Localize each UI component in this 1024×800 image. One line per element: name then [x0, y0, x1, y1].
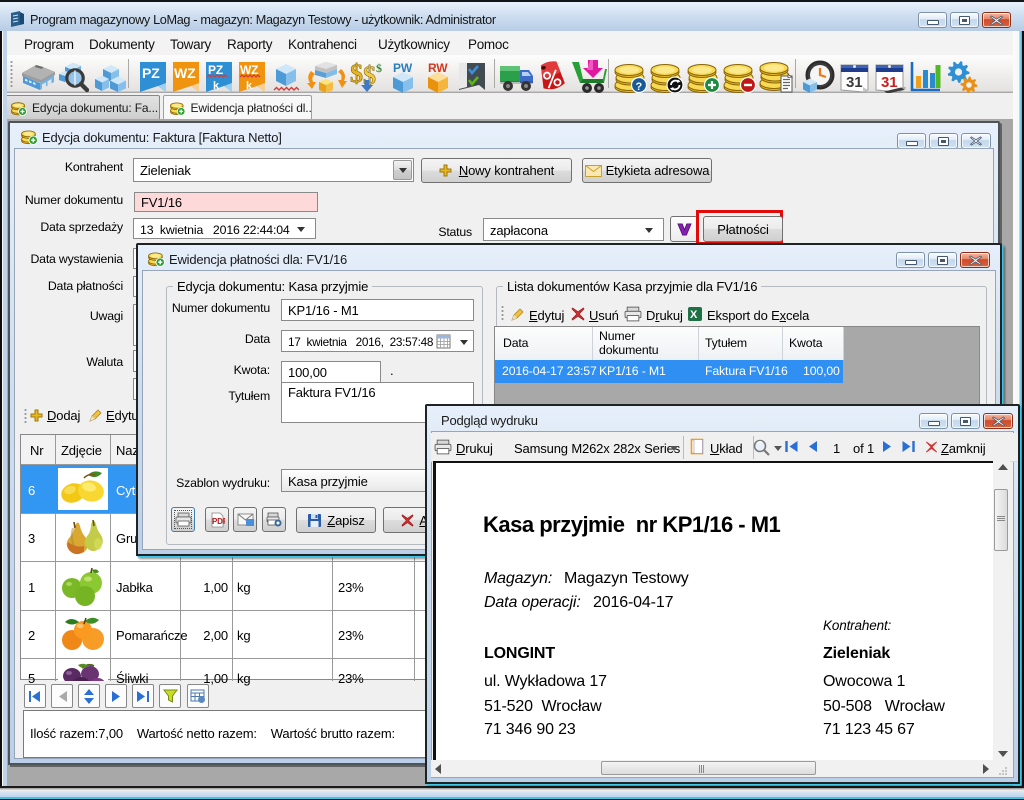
svg-text:PZ: PZ	[142, 65, 160, 81]
svg-text:WZ: WZ	[174, 65, 196, 81]
svg-text:k: k	[246, 80, 253, 92]
svg-text:31: 31	[846, 74, 862, 91]
svg-text:$: $	[350, 60, 363, 88]
svg-text:31: 31	[881, 74, 897, 91]
svg-text:$: $	[376, 61, 382, 75]
svg-text:k: k	[213, 80, 220, 92]
svg-text:X: X	[690, 309, 698, 321]
svg-text:?: ?	[636, 81, 643, 93]
svg-text:PDF: PDF	[212, 517, 225, 526]
